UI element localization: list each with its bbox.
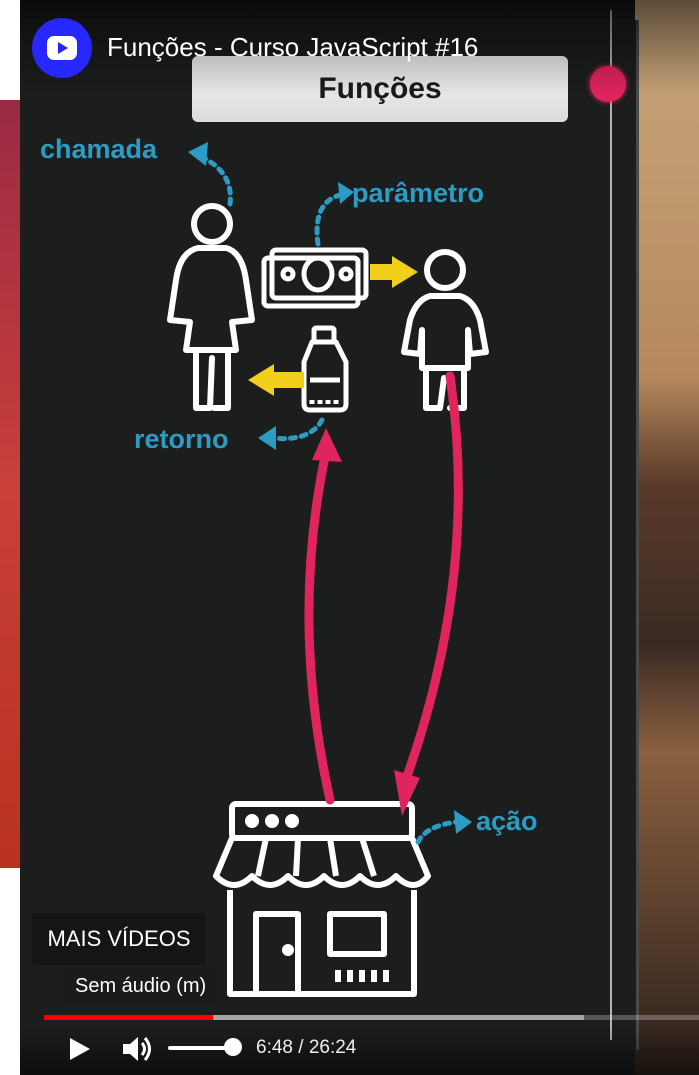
video-title-link[interactable]: Funções - Curso JavaScript #16 <box>107 32 478 63</box>
play-logo-icon <box>47 36 77 60</box>
man-icon <box>401 249 489 411</box>
woman-icon <box>167 203 255 411</box>
progress-played <box>44 1015 213 1020</box>
time-display: 6:48 / 26:24 <box>256 1037 356 1059</box>
store-icon <box>213 801 431 997</box>
current-time: 6:48 <box>256 1037 293 1058</box>
play-icon[interactable] <box>64 1034 94 1064</box>
duration: 26:24 <box>308 1037 357 1058</box>
label-parameter: parâmetro <box>352 178 485 208</box>
money-icon <box>261 247 369 309</box>
volume-slider-knob[interactable] <box>224 1038 242 1056</box>
bottle-icon <box>301 325 349 413</box>
volume-icon[interactable] <box>120 1034 156 1064</box>
channel-logo-button[interactable] <box>32 18 92 78</box>
arrow-to-woman <box>248 364 304 396</box>
label-action: ação <box>476 806 538 836</box>
player-controls: 6:48 / 26:24 <box>20 1025 699 1075</box>
label-call: chamada <box>40 134 158 164</box>
progress-bar[interactable] <box>44 1015 699 1020</box>
background-decoration <box>0 100 22 868</box>
time-separator: / <box>292 1037 309 1058</box>
label-return: retorno <box>134 424 229 454</box>
more-videos-button[interactable]: MAIS VÍDEOS <box>32 913 206 965</box>
video-player[interactable]: Funções <box>20 0 699 1075</box>
mute-tooltip: Sem áudio (m) <box>65 968 217 1004</box>
arrow-to-man <box>370 256 418 288</box>
